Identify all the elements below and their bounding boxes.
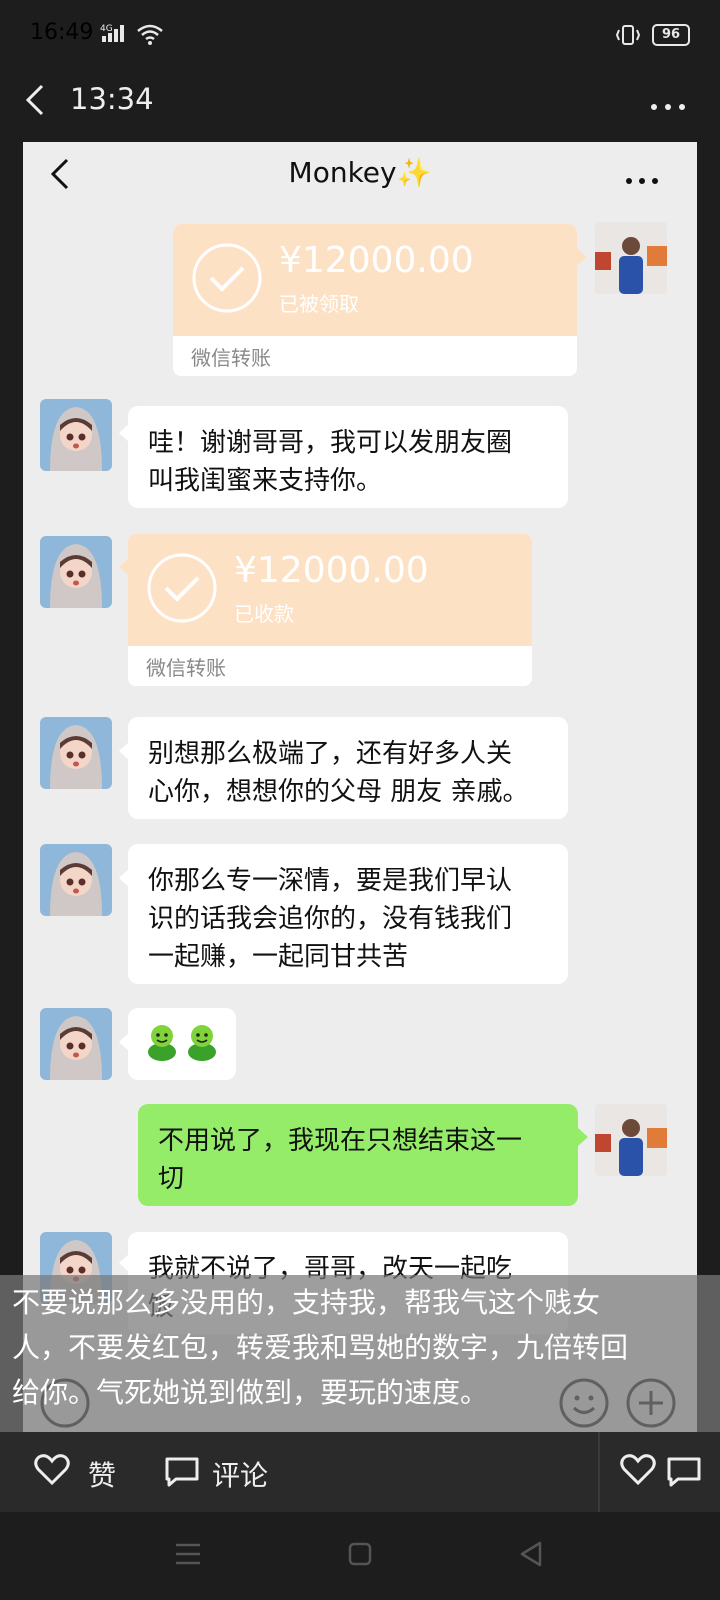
chat-bubble-text: 叫我闺蜜来支持你。 <box>148 466 383 496</box>
wifi-icon <box>136 22 164 50</box>
transfer-amount: ¥12000.00 <box>279 240 474 281</box>
avatar <box>40 717 112 789</box>
heart-icon <box>620 1454 656 1486</box>
chat-bubble-text: 切 <box>158 1164 185 1194</box>
transfer-footer: 微信转账 <box>146 656 226 680</box>
caption-line: 不要说那么多没用的，支持我，帮我气这个贱女 <box>12 1286 601 1319</box>
transfer-amount: ¥12000.00 <box>234 550 429 591</box>
transfer-footer: 微信转账 <box>191 346 271 370</box>
heart-icon <box>34 1454 70 1486</box>
chat-more-icon <box>625 170 659 189</box>
chat-screenshot[interactable]: Monkey✨ ¥12000.00 已被领取 微信转账 哇！谢谢哥哥，我可以发朋… <box>23 142 697 1432</box>
bubble-tail <box>577 248 587 266</box>
back-nav-icon[interactable] <box>518 1540 544 1572</box>
emoji-sticker-icon <box>148 1025 216 1061</box>
comment-icon <box>667 1457 701 1487</box>
chat-bubble-self: 不用说了，我现在只想结束这一 切 <box>138 1104 578 1206</box>
check-circle-icon <box>146 552 218 628</box>
svg-text:4G: 4G <box>100 24 113 34</box>
divider <box>598 1432 600 1512</box>
chat-bubble <box>128 1008 236 1080</box>
signal-icon: 4G <box>100 22 130 48</box>
battery-icon: 96 <box>652 24 690 46</box>
avatar <box>40 399 112 471</box>
vibrate-icon <box>614 24 642 50</box>
chat-bubble-text: 识的话我会追你的，没有钱我们 <box>148 904 513 934</box>
comment-icon-button[interactable] <box>666 1456 702 1492</box>
avatar <box>40 536 112 608</box>
home-nav-icon[interactable] <box>348 1542 372 1570</box>
chat-bubble-text: 心你，想想你的父母 朋友 亲戚。 <box>148 777 529 807</box>
chat-bubble-text: 一起赚，一起同甘共苦 <box>148 942 409 972</box>
caption-line: 人，不要发红包，转爱我和骂她的数字，九倍转回 <box>12 1331 629 1364</box>
avatar <box>595 1104 667 1176</box>
caption-line: 给你。气死她说到做到，要玩的速度。 <box>12 1376 489 1409</box>
avatar <box>40 1008 112 1080</box>
page-title: 13:34 <box>70 82 154 116</box>
transfer-status: 已被领取 <box>279 292 359 316</box>
chat-bubble-text: 不用说了，我现在只想结束这一 <box>158 1126 523 1156</box>
comment-icon <box>165 1457 199 1487</box>
chat-bubble: 你那么专一深情，要是我们早认 识的话我会追你的，没有钱我们 一起赚，一起同甘共苦 <box>128 844 568 984</box>
caption-text: 不要说那么多没用的，支持我，帮我气这个贱女 人，不要发红包，转爱我和骂她的数字，… <box>12 1280 712 1415</box>
chat-bubble: 哇！谢谢哥哥，我可以发朋友圈 叫我闺蜜来支持你。 <box>128 406 568 508</box>
avatar <box>595 222 667 294</box>
chat-title: Monkey✨ <box>288 156 432 189</box>
back-arrow-icon[interactable] <box>22 82 48 122</box>
like-icon-button[interactable] <box>620 1454 656 1490</box>
like-label[interactable]: 赞 <box>88 1454 116 1494</box>
status-time: 16:49 <box>30 20 94 45</box>
chat-bubble-text: 别想那么极端了，还有好多人关 <box>148 739 513 769</box>
chat-bubble-text: 哇！谢谢哥哥，我可以发朋友圈 <box>148 428 513 458</box>
chat-bubble: 别想那么极端了，还有好多人关 心你，想想你的父母 朋友 亲戚。 <box>128 717 568 819</box>
transfer-status: 已收款 <box>234 602 294 626</box>
comment-button[interactable] <box>164 1456 200 1492</box>
bubble-tail <box>578 1128 588 1146</box>
menu-nav-icon[interactable] <box>174 1542 202 1570</box>
check-circle-icon <box>191 242 263 318</box>
avatar <box>40 844 112 916</box>
more-icon[interactable] <box>650 96 686 115</box>
chat-bubble-text: 你那么专一深情，要是我们早认 <box>148 866 513 896</box>
comment-label[interactable]: 评论 <box>212 1454 268 1494</box>
like-button[interactable] <box>34 1454 70 1490</box>
